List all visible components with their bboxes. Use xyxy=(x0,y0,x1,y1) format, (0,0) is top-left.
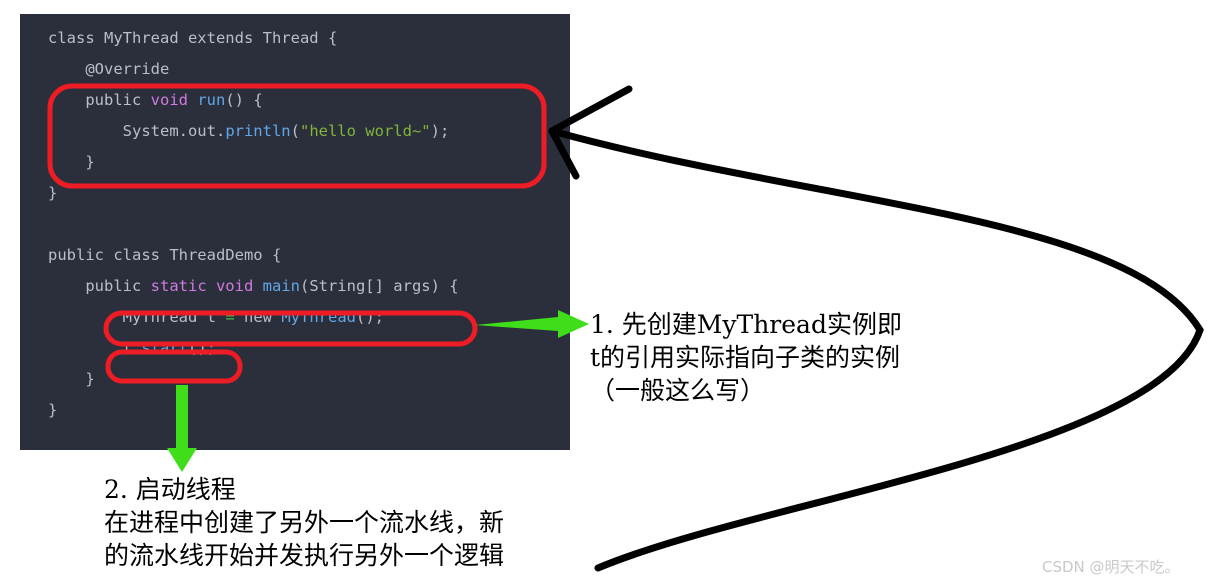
annotation-note-1: 1. 先创建MyThread实例即 t的引用实际指向子类的实例 （一般这么写） xyxy=(590,310,902,405)
green-arrow-down xyxy=(167,385,197,472)
highlight-box-run-method xyxy=(47,83,547,189)
csdn-watermark: CSDN @明天不吃。 xyxy=(1042,558,1180,576)
highlight-box-t-start xyxy=(105,349,243,384)
annotation-note-2: 2. 启动线程 在进程中创建了另外一个流水线，新 的流水线开始并发执行另外一个逻… xyxy=(104,475,505,570)
green-arrow-right xyxy=(475,310,589,338)
highlight-box-new-mythread xyxy=(103,310,478,347)
